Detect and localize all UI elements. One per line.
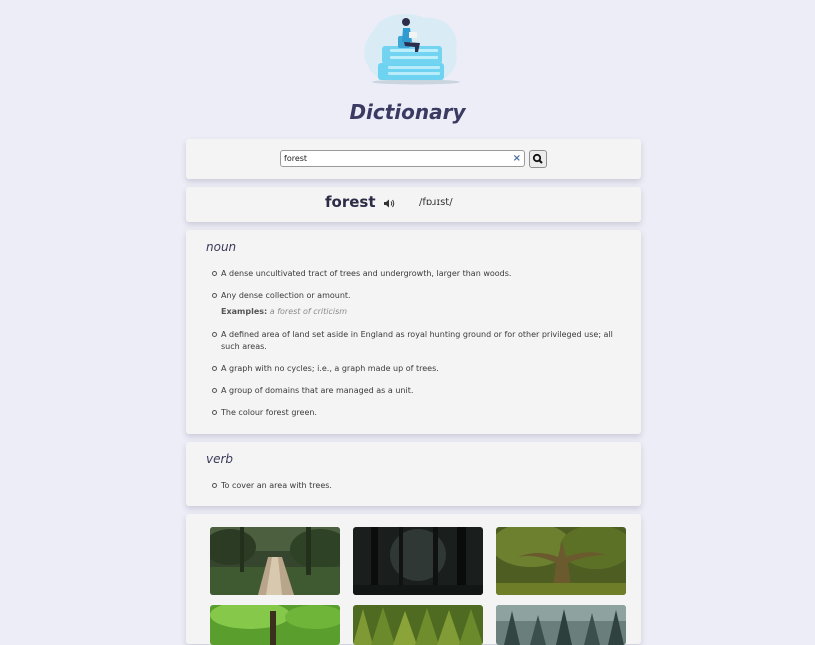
page-title: Dictionary (349, 100, 466, 124)
search-button[interactable] (529, 150, 547, 168)
search-field: × (280, 150, 525, 167)
forest-path-image[interactable] (210, 527, 340, 595)
bullet-icon (212, 410, 217, 415)
list-item: A group of domains that are managed as a… (212, 385, 621, 397)
example-line: Examples: a forest of criticism (221, 306, 621, 318)
definition-text: The colour forest green. (221, 408, 317, 417)
list-item: To cover an area with trees. (212, 480, 621, 492)
dark-forest-image[interactable] (353, 527, 483, 595)
definition-text: A defined area of land set aside in Engl… (221, 330, 613, 351)
misty-forest-image[interactable] (496, 605, 626, 645)
list-item: A defined area of land set aside in Engl… (212, 329, 621, 353)
bullet-icon (212, 271, 217, 276)
phonetic-text: /fɒɹɪst/ (419, 197, 453, 208)
mossy-tree-image[interactable] (496, 527, 626, 595)
part-of-speech: noun (206, 240, 237, 254)
list-item: A dense uncultivated tract of trees and … (212, 268, 621, 280)
definition-text: A graph with no cycles; i.e., a graph ma… (221, 364, 439, 373)
word-title: forest (325, 193, 376, 211)
pine-forest-image[interactable] (353, 605, 483, 645)
search-input[interactable] (281, 151, 512, 166)
close-icon[interactable]: × (513, 152, 521, 165)
search-icon (532, 153, 543, 164)
definition-text: A dense uncultivated tract of trees and … (221, 269, 512, 278)
definition-text: A group of domains that are managed as a… (221, 386, 414, 395)
definition-text: Any dense collection or amount. (221, 291, 351, 300)
speaker-icon[interactable] (383, 198, 396, 209)
meaning-card-noun: noun A dense uncultivated tract of trees… (186, 230, 641, 434)
image-gallery (186, 514, 641, 645)
list-item: A graph with no cycles; i.e., a graph ma… (212, 363, 621, 375)
meaning-card-verb: verb To cover an area with trees. (186, 442, 641, 506)
part-of-speech: verb (206, 452, 234, 466)
bullet-icon (212, 332, 217, 337)
bullet-icon (212, 483, 217, 488)
bullet-icon (212, 293, 217, 298)
examples-label: Examples: (221, 307, 268, 316)
list-item: Any dense collection or amount. Examples… (212, 290, 621, 318)
definition-text: To cover an area with trees. (221, 481, 332, 490)
bullet-icon (212, 388, 217, 393)
word-header: forest /fɒɹɪst/ (186, 187, 641, 222)
example-text: a forest of criticism (269, 307, 348, 316)
hero-illustration (364, 14, 460, 85)
search-bar: × (186, 139, 641, 179)
bullet-icon (212, 366, 217, 371)
list-item: The colour forest green. (212, 407, 621, 419)
green-forest-image[interactable] (210, 605, 340, 645)
